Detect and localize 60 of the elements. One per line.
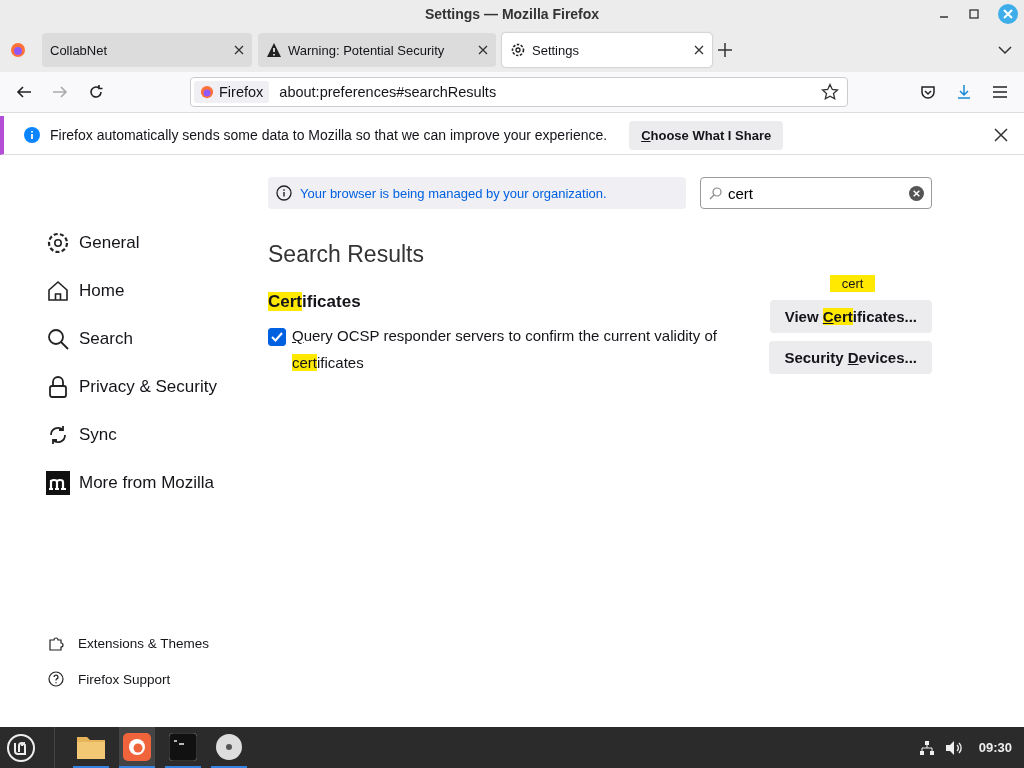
lock-icon — [46, 375, 70, 399]
footer-link[interactable]: Extensions & Themes — [48, 635, 268, 651]
disc-icon[interactable] — [215, 732, 243, 761]
help-icon — [48, 671, 64, 687]
tab[interactable]: CollabNet — [42, 33, 252, 67]
pocket-icon[interactable] — [920, 84, 936, 100]
category-item[interactable]: More from Mozilla — [46, 469, 268, 497]
window-title: Settings — Mozilla Firefox — [424, 6, 600, 22]
checkbox-label[interactable]: Query OCSP responder servers to confirm the current validity of certificates — [292, 322, 742, 376]
address-bar[interactable]: Firefox about:preferences#searchResults — [190, 77, 848, 107]
close-tab-icon[interactable] — [478, 45, 488, 55]
category-item[interactable]: Home — [46, 277, 268, 305]
download-icon[interactable] — [956, 84, 972, 100]
info-icon — [276, 185, 292, 201]
maximize-icon[interactable] — [968, 8, 980, 20]
info-icon — [24, 127, 40, 143]
network-icon[interactable] — [918, 739, 935, 756]
tab[interactable]: Warning: Potential Security — [258, 33, 496, 67]
home-icon — [46, 279, 70, 303]
page-title: Search Results — [268, 241, 425, 268]
search-icon — [46, 327, 70, 351]
settings-button[interactable]: Security Devices... — [769, 341, 932, 374]
warning-icon — [266, 42, 282, 58]
choose-what-i-share-button[interactable]: Choose What I Share — [629, 120, 784, 150]
close-icon[interactable] — [994, 128, 1008, 142]
new-tab-icon[interactable] — [718, 43, 732, 57]
firefox-icon — [200, 85, 214, 99]
taskbar-button[interactable] — [119, 727, 155, 768]
search-icon — [709, 187, 722, 200]
reload-icon[interactable] — [88, 84, 104, 100]
category-item[interactable]: Search — [46, 325, 268, 353]
menu-logo-icon[interactable] — [6, 732, 36, 763]
notification-message: Firefox automatically sends some data to Mozilla so that we can improve your experience. — [50, 127, 608, 143]
menu-icon[interactable] — [992, 85, 1008, 99]
category-item[interactable]: Privacy & Security — [46, 373, 268, 401]
section-heading: Certificates — [268, 292, 362, 312]
volume-icon[interactable] — [944, 739, 963, 756]
search-field[interactable]: cert — [700, 177, 932, 209]
identity-button[interactable]: Firefox — [194, 81, 270, 103]
mozilla-icon — [46, 471, 70, 495]
category-item[interactable]: General — [46, 229, 268, 257]
gear-icon — [510, 42, 526, 58]
managed-link[interactable]: Your browser is being managed by your organization. — [300, 185, 607, 201]
url-text: about:preferences#searchResults — [279, 84, 498, 100]
category-item[interactable]: Sync — [46, 421, 268, 449]
puzzle-icon — [48, 635, 64, 651]
chevron-down-icon[interactable] — [998, 45, 1012, 55]
search-tooltip: cert — [829, 275, 876, 292]
clear-icon[interactable] — [909, 186, 924, 201]
close-tab-icon[interactable] — [234, 45, 244, 55]
gear-icon — [46, 231, 70, 255]
terminal-icon[interactable] — [169, 732, 197, 761]
close-tab-icon[interactable] — [694, 45, 704, 55]
footer-link[interactable]: Firefox Support — [48, 671, 268, 687]
firefox-icon[interactable] — [123, 732, 151, 761]
star-icon[interactable] — [821, 83, 839, 101]
tab[interactable]: Settings — [502, 33, 712, 67]
clock[interactable]: 09:30 — [978, 740, 1012, 755]
checkbox[interactable] — [268, 328, 286, 346]
back-icon[interactable] — [16, 84, 32, 100]
